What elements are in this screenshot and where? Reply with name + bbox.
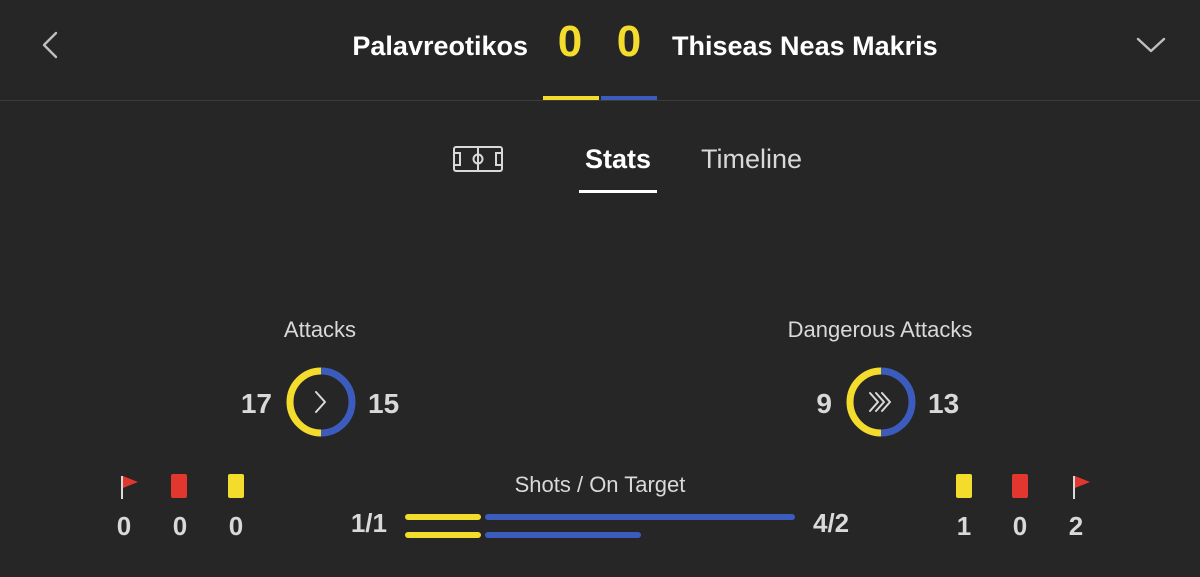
away-team-name: Thiseas Neas Makris xyxy=(672,31,938,61)
away-on-target-bar xyxy=(485,532,641,538)
corner-flag-icon xyxy=(121,476,138,499)
attacks-away: 15 xyxy=(368,388,400,419)
tab-pitch[interactable] xyxy=(452,144,504,174)
tab-timeline-label: Timeline xyxy=(701,144,803,174)
chevron-down-icon xyxy=(1136,37,1166,53)
yellow-card-icon xyxy=(228,474,244,498)
away-red-cards: 0 xyxy=(1012,511,1028,541)
dangerous-attacks-ring xyxy=(846,367,916,437)
home-yellow-cards: 0 xyxy=(228,511,244,541)
dangerous-attacks-home: 9 xyxy=(816,388,832,419)
home-score: 0 xyxy=(557,17,583,66)
shots-away-value: 4/2 xyxy=(813,508,850,538)
home-on-target-bar xyxy=(405,532,481,538)
home-team-name: Palavreotikos xyxy=(352,31,528,61)
chevron-right-icon xyxy=(315,391,326,413)
dangerous-attacks-label: Dangerous Attacks xyxy=(787,317,973,342)
home-shots-bar xyxy=(405,514,481,520)
red-card-icon xyxy=(1012,474,1028,498)
pitch-icon xyxy=(453,146,503,172)
away-shots-bar xyxy=(485,514,795,520)
away-yellow-cards: 1 xyxy=(956,511,972,541)
expand-button[interactable] xyxy=(1131,28,1171,62)
home-red-cards: 0 xyxy=(172,511,188,541)
shots-label: Shots / On Target xyxy=(514,472,686,497)
away-score: 0 xyxy=(616,17,642,66)
home-corners: 0 xyxy=(116,511,132,541)
triple-chevron-right-icon xyxy=(869,392,891,412)
shots-home-value: 1/1 xyxy=(350,508,387,538)
active-tab-underline xyxy=(579,190,657,193)
back-button[interactable] xyxy=(34,28,68,62)
corner-flag-icon xyxy=(1073,476,1090,499)
attacks-ring xyxy=(286,367,356,437)
away-corners: 2 xyxy=(1068,511,1084,541)
attacks-label: Attacks xyxy=(283,317,357,342)
tab-stats[interactable]: Stats xyxy=(579,140,657,193)
yellow-card-icon xyxy=(956,474,972,498)
tab-timeline[interactable]: Timeline xyxy=(701,140,802,180)
tab-stats-label: Stats xyxy=(584,144,652,174)
attacks-home: 17 xyxy=(240,388,272,419)
match-header: Palavreotikos 0 0 Thiseas Neas Makris xyxy=(0,0,1200,101)
chevron-left-icon xyxy=(42,31,58,59)
dangerous-attacks-away: 13 xyxy=(928,388,960,419)
header-divider xyxy=(0,100,1200,101)
red-card-icon xyxy=(171,474,187,498)
